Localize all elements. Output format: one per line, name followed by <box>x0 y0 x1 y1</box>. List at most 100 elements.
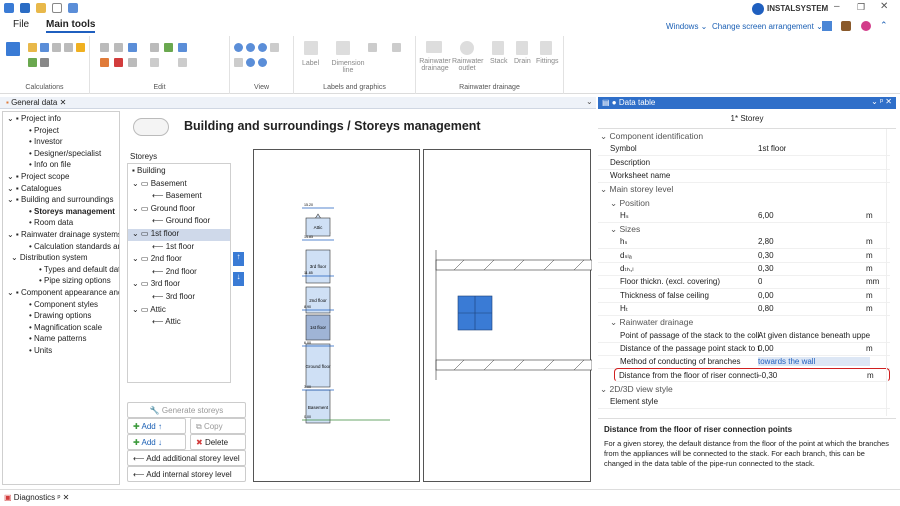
storey-tree-item[interactable]: ⟵ 1st floor <box>128 242 230 254</box>
property-value[interactable]: towards the wall <box>758 357 870 367</box>
stack-button[interactable]: Stack <box>490 58 508 65</box>
property-value[interactable]: -0,30 <box>759 371 777 380</box>
zoom-previous-icon[interactable] <box>258 58 267 67</box>
check-icon[interactable] <box>28 58 37 67</box>
menu-file[interactable]: File <box>13 19 29 30</box>
dimension-line-icon[interactable] <box>336 41 350 55</box>
property-section[interactable]: ⌄ Sizes <box>598 222 890 236</box>
close-icon[interactable]: ✕ <box>880 1 888 12</box>
property-row[interactable]: Worksheet name <box>598 169 890 183</box>
property-row[interactable]: hₛ 2,80 m <box>598 235 890 250</box>
storey-tree-item[interactable]: ⌄ ▭ 2nd floor <box>128 254 230 266</box>
storey-plan-view[interactable] <box>423 149 593 482</box>
stack-icon[interactable] <box>492 41 504 55</box>
property-value[interactable]: 0,00 <box>758 344 774 353</box>
maximize-icon[interactable]: ❐ <box>857 2 865 13</box>
undo-edit-icon[interactable] <box>128 43 137 52</box>
rainwater-outlet-icon[interactable] <box>460 41 474 55</box>
zoom-in-icon[interactable] <box>234 43 243 52</box>
property-section[interactable]: ⌄ Position <box>598 196 890 210</box>
zoom-more-icon[interactable] <box>270 43 279 52</box>
nav-tree-item[interactable]: • Pipe sizing options <box>39 276 111 285</box>
save-icon[interactable] <box>20 3 30 13</box>
move-up-icon[interactable]: ↑ <box>233 252 244 266</box>
property-row[interactable]: Distance of the passage point stack to t… <box>598 342 890 356</box>
property-section[interactable]: ⌄ Rainwater drainage <box>598 315 890 329</box>
property-value[interactable]: 6,00 <box>758 211 774 220</box>
nav-tree-item[interactable]: • Designer/specialist <box>29 149 101 158</box>
select-icon[interactable] <box>100 43 109 52</box>
storey-tree-item[interactable]: ▪ Building <box>128 166 230 178</box>
storey-tree-item[interactable]: ⟵ Attic <box>128 317 230 329</box>
drain-button[interactable]: Drain <box>514 58 531 65</box>
nav-tree-item[interactable]: • Room data <box>29 218 73 227</box>
property-value[interactable]: 2,80 <box>758 237 774 246</box>
property-section[interactable]: ⌄ Main storey level <box>598 182 890 196</box>
nav-tree-item[interactable]: • Investor <box>29 137 62 146</box>
nav-tree-item[interactable]: • Name patterns <box>29 334 87 343</box>
nav-tree-item[interactable]: • Storeys management <box>29 207 115 216</box>
copy-button[interactable]: ⧉ Copy <box>190 418 246 434</box>
nav-tree-item[interactable]: • Types and default data <box>39 265 119 274</box>
property-value[interactable]: 0,30 <box>758 251 774 260</box>
new-file-icon[interactable] <box>52 3 62 13</box>
storey-selector[interactable]: 1* Storey <box>598 109 896 129</box>
property-row[interactable]: Point of passage of the stack to the col… <box>598 329 890 343</box>
label-tool-icon[interactable] <box>304 41 318 55</box>
storey-tree-item[interactable]: ⌄ ▭ Attic <box>128 305 230 317</box>
label-button[interactable]: Label <box>302 60 319 67</box>
data-table-window-controls[interactable]: ⌄ ᵖ ✕ <box>871 97 892 106</box>
add-below-button[interactable]: ✚ Add ↓ <box>127 434 186 450</box>
building-section-view[interactable]: Attic 3rd floor 2nd floor 1st floor Ground f… <box>253 149 420 482</box>
property-row[interactable]: Description <box>598 156 890 170</box>
ribbon-collapse-icon[interactable]: ⌃ <box>880 20 888 31</box>
tools-icon[interactable] <box>841 21 851 31</box>
settings-icon[interactable] <box>52 43 61 52</box>
cut-icon[interactable] <box>100 58 109 67</box>
add-internal-level-button[interactable]: ⟵ Add internal storey level <box>127 466 246 482</box>
property-value[interactable]: 0,00 <box>758 291 774 300</box>
diagnostics-tab[interactable]: ▣ Diagnostics ᵖ ✕ <box>0 489 900 506</box>
rainwater-outlet-button[interactable]: Rainwater outlet <box>452 58 484 72</box>
rainwater-drainage-icon[interactable] <box>426 41 442 53</box>
nav-tree-item[interactable]: • Units <box>29 346 52 355</box>
table-icon[interactable] <box>40 43 49 52</box>
property-section[interactable]: ⌄ Component identification <box>598 129 890 143</box>
dimension-line-button[interactable]: Dimension line <box>328 60 368 74</box>
property-value[interactable]: 0 <box>758 277 762 286</box>
fittings-icon[interactable] <box>540 41 552 55</box>
fittings-button[interactable]: Fittings <box>536 58 559 65</box>
storey-tree-item[interactable]: ⌄ ▭ Ground floor <box>128 204 230 216</box>
property-row[interactable]: Hₛ 6,00 m <box>598 209 890 223</box>
property-row[interactable]: Distance from the floor of riser connect… <box>614 368 890 383</box>
rotate-icon[interactable] <box>164 43 173 52</box>
nav-tree-item[interactable]: ⌄ ▪ Component appearance and <box>7 288 119 297</box>
property-row[interactable]: Floor thickn. (excl. covering) 0 mm <box>598 275 890 290</box>
zoom-window-icon[interactable] <box>258 43 267 52</box>
rainwater-drainage-button[interactable]: Rainwater drainage <box>418 58 452 72</box>
report-icon[interactable] <box>40 58 49 67</box>
storey-tree-item[interactable]: ⌄ ▭ Basement <box>128 179 230 191</box>
help-icon[interactable] <box>861 21 871 31</box>
close-tab-icon[interactable]: ✕ <box>60 98 67 107</box>
mirror-icon[interactable] <box>178 43 187 52</box>
nav-tree-item[interactable]: ⌄ ▪ Catalogues <box>7 184 61 193</box>
storey-tree-item[interactable]: ⌄ ▭ 1st floor <box>128 229 230 241</box>
storey-tree-item[interactable]: ⟵ Basement <box>128 191 230 203</box>
property-value[interactable]: At given distance beneath upper sla <box>758 331 870 340</box>
nav-tree-item[interactable]: • Info on file <box>29 160 71 169</box>
property-row[interactable]: Thickness of false ceiling 0,00 m <box>598 289 890 303</box>
menu-main-tools[interactable]: Main tools <box>46 19 96 33</box>
property-row[interactable]: Hₜ 0,80 m <box>598 302 890 316</box>
pan-icon[interactable] <box>234 58 243 67</box>
undo-icon[interactable] <box>68 3 78 13</box>
nav-tree-item[interactable]: • Magnification scale <box>29 323 102 332</box>
nav-tree-item[interactable]: ⌄ ▪ Project scope <box>7 172 69 181</box>
nav-tree-item[interactable]: • Drawing options <box>29 311 91 320</box>
property-section[interactable]: ⌄ 2D/3D view style <box>598 382 890 396</box>
nav-tree-item[interactable]: • Calculation standards and c <box>29 242 119 251</box>
nav-tree-item[interactable]: • Project <box>29 126 59 135</box>
paste-icon[interactable] <box>128 58 137 67</box>
panel-menu-icon[interactable]: ⌄ <box>586 97 593 106</box>
layout-icon[interactable] <box>822 21 832 31</box>
